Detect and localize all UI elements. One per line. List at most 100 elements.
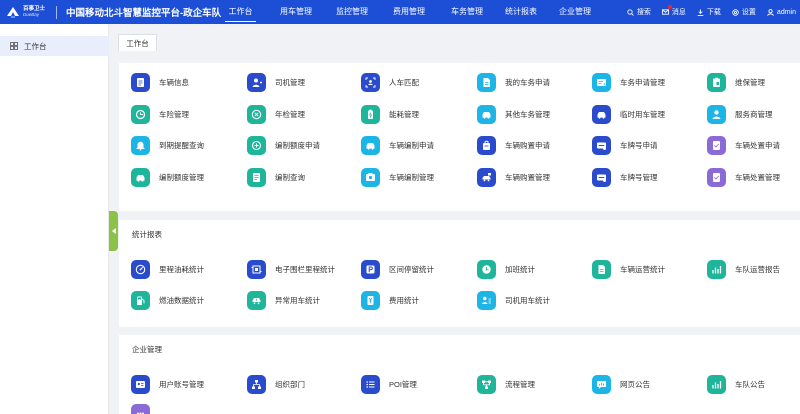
scan-icon: [361, 72, 380, 92]
user-icon: [707, 104, 726, 124]
settings-label: 设置: [741, 9, 756, 16]
user-menu[interactable]: admin: [767, 9, 796, 16]
shortcut-item[interactable]: 车辆运营统计: [592, 259, 665, 279]
shortcut-item[interactable]: 车牌号管理: [592, 167, 658, 187]
nav-item-1[interactable]: 用车管理: [272, 0, 320, 24]
bar-chart-icon: [707, 259, 726, 279]
shortcut-item[interactable]: 用户账号管理: [131, 374, 204, 394]
nav-item-6[interactable]: 企业管理: [553, 0, 597, 24]
doc-list-icon: [247, 167, 266, 187]
nav-item-3[interactable]: 费用管理: [387, 0, 431, 24]
shortcut-item[interactable]: 车务申请管理: [592, 72, 665, 92]
shortcut-label: 车险管理: [159, 109, 189, 119]
document-icon: [131, 72, 150, 92]
shortcut-label: POI管理: [389, 379, 417, 389]
shortcut-label: 用户账号管理: [159, 379, 204, 389]
messages-button[interactable]: 消息: [661, 5, 686, 17]
logo: 百事卫士 DueBay: [0, 6, 56, 18]
fence-icon: [247, 259, 266, 279]
shortcut-item[interactable]: 燃油数据统计: [131, 290, 204, 310]
shortcut-item[interactable]: 我的车务申请: [477, 72, 550, 92]
check-doc-icon: [707, 135, 726, 155]
shortcut-item[interactable]: 费用统计: [361, 290, 419, 310]
shortcut-item[interactable]: 其他车务管理: [477, 104, 550, 124]
shortcut-item[interactable]: 车辆编制申请: [361, 135, 434, 155]
badge-icon: [247, 104, 266, 124]
tab-workbench[interactable]: 工作台: [118, 34, 157, 51]
shortcut-item[interactable]: 编制额度管理: [131, 167, 204, 187]
id-card-icon: [131, 374, 150, 394]
shortcut-label: 车辆编制管理: [389, 172, 434, 182]
download-button[interactable]: 下载: [697, 7, 721, 17]
shortcut-label: 编制额度申请: [275, 140, 320, 150]
shortcut-item[interactable]: 人车匹配: [361, 72, 419, 92]
shortcut-item[interactable]: 编制额度申请: [247, 135, 320, 155]
shortcut-label: 编制额度管理: [159, 172, 204, 182]
shortcut-item[interactable]: 车险管理: [131, 104, 189, 124]
messages-label: 消息: [671, 9, 686, 16]
shortcut-item[interactable]: 电子围栏里程统计: [247, 259, 335, 279]
chart-bubble-icon: [592, 374, 611, 394]
shortcut-label: 其他车务管理: [505, 109, 550, 119]
shortcut-label: 燃油数据统计: [159, 295, 204, 305]
shortcut-item[interactable]: 车辆购置管理: [477, 167, 550, 187]
nav-item-4[interactable]: 车务管理: [445, 0, 489, 24]
shortcut-item[interactable]: 临时用车管理: [592, 104, 665, 124]
shortcut-item[interactable]: 车辆处置管理: [707, 167, 780, 187]
shortcut-item[interactable]: 年检管理: [247, 104, 305, 124]
logo-line2: DueBay: [23, 12, 40, 17]
shortcut-item[interactable]: 司机用车统计: [477, 290, 550, 310]
shortcut-item[interactable]: 能耗管理: [361, 104, 419, 124]
nav-item-0[interactable]: 工作台: [225, 0, 256, 24]
shortcut-label: 流程管理: [505, 379, 535, 389]
settings-button[interactable]: 设置: [732, 7, 756, 17]
shortcut-item[interactable]: 异常用车统计: [247, 290, 320, 310]
user-add-icon: [247, 72, 266, 92]
shortcut-item[interactable]: 车牌号申请: [592, 135, 658, 155]
plate-icon: [592, 135, 611, 155]
sidebar-item-workbench[interactable]: 工作台: [0, 36, 109, 56]
shortcut-label: 车队运营报告: [735, 264, 780, 274]
app-title: 中国移动北斗智慧监控平台-政企车队: [66, 8, 222, 19]
search-button[interactable]: 搜索: [627, 7, 651, 17]
top-nav: 工作台 用车管理 监控管理 费用管理 车务管理 统计报表 企业管理: [225, 0, 597, 24]
shortcut-item[interactable]: 司机管理: [247, 72, 305, 92]
shortcut-item[interactable]: 加班统计: [477, 259, 535, 279]
shortcut-label: 车务申请管理: [620, 77, 665, 87]
shortcut-label: 车辆购置申请: [505, 140, 550, 150]
shortcut-item[interactable]: 车辆编制管理: [361, 167, 434, 187]
shortcut-item[interactable]: [131, 403, 150, 414]
sidebar-collapse-toggle[interactable]: [109, 211, 118, 251]
top-bar: 百事卫士 DueBay 中国移动北斗智慧监控平台-政企车队 工作台 用车管理 监控管…: [0, 0, 800, 24]
shortcut-item[interactable]: 区间停留统计: [361, 259, 434, 279]
shortcut-item[interactable]: 车辆信息: [131, 72, 189, 92]
shortcut-item[interactable]: 编制查询: [247, 167, 305, 187]
shortcut-label: 车辆编制申请: [389, 140, 434, 150]
shortcut-label: 司机用车统计: [505, 295, 550, 305]
nav-item-2[interactable]: 监控管理: [330, 0, 374, 24]
alert-car-icon: [247, 290, 266, 310]
shortcut-item[interactable]: 服务商管理: [707, 104, 773, 124]
shortcut-label: 费用统计: [389, 295, 419, 305]
shortcut-label: 临时用车管理: [620, 109, 665, 119]
shortcut-item[interactable]: 组织部门: [247, 374, 305, 394]
shortcut-item[interactable]: 维保管理: [707, 72, 765, 92]
shortcut-item[interactable]: 网页公告: [592, 374, 650, 394]
shortcut-item[interactable]: 车队运营报告: [707, 259, 780, 279]
shortcut-item[interactable]: 车辆购置申请: [477, 135, 550, 155]
car-icon: [361, 135, 380, 155]
nav-item-5[interactable]: 统计报表: [499, 0, 543, 24]
shortcut-label: 能耗管理: [389, 109, 419, 119]
shortcut-item[interactable]: POI管理: [361, 374, 417, 394]
shortcut-item[interactable]: 车辆处置申请: [707, 135, 780, 155]
shortcut-label: 司机管理: [275, 77, 305, 87]
car-bag-icon: [477, 167, 496, 187]
shortcut-item[interactable]: 里程油耗统计: [131, 259, 204, 279]
shortcut-item[interactable]: 车队公告: [707, 374, 765, 394]
shortcut-label: 车辆处置申请: [735, 140, 780, 150]
shortcut-item[interactable]: 到期提醒查询: [131, 135, 204, 155]
list-icon: [361, 374, 380, 394]
shortcut-label: 车队公告: [735, 379, 765, 389]
shortcut-label: 车辆处置管理: [735, 172, 780, 182]
shortcut-item[interactable]: 流程管理: [477, 374, 535, 394]
